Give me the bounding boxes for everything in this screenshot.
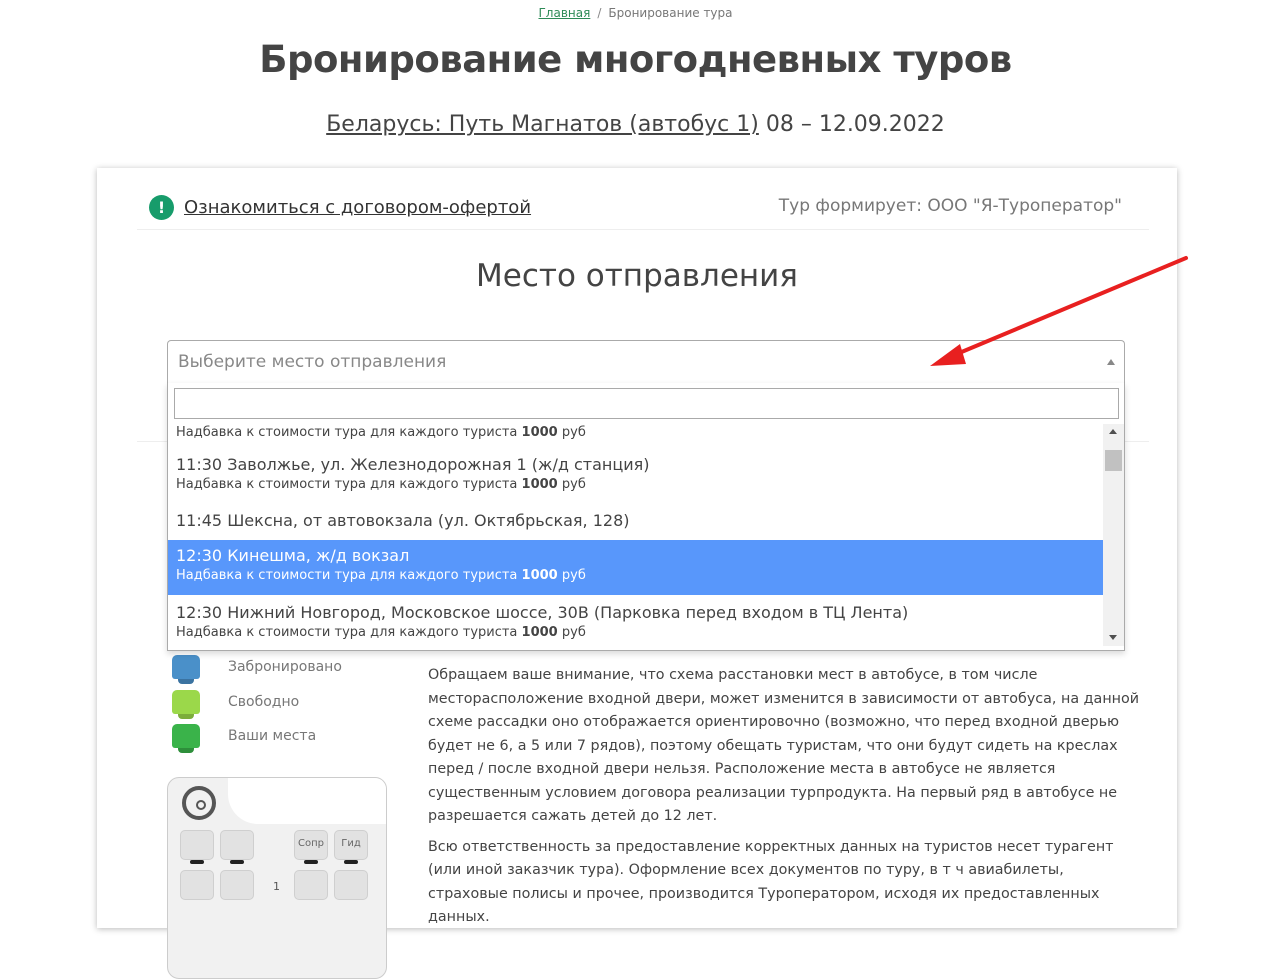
chevron-up-icon[interactable]: [1107, 359, 1115, 365]
section-title: Место отправления: [476, 258, 798, 294]
note-paragraph: Обращаем ваше внимание, что схема расста…: [428, 667, 1140, 824]
page-title: Бронирование многодневных туров: [259, 38, 1012, 81]
bus-seat-guide[interactable]: Гид: [334, 830, 368, 864]
breadcrumb-separator: /: [597, 6, 602, 20]
option-surcharge: Надбавка к стоимости тура для каждого ту…: [176, 477, 586, 492]
seat-yours-icon: [172, 724, 200, 748]
legend-free: Свободно: [172, 690, 299, 714]
departure-option[interactable]: Надбавка к стоимости тура для каждого ту…: [168, 424, 1104, 444]
bus-seat-scheme: Сопр Гид 1: [167, 777, 387, 979]
bus-seat[interactable]: [180, 870, 214, 900]
option-title: 11:45 Шексна, от автовокзала (ул. Октябр…: [176, 511, 630, 530]
option-surcharge: Надбавка к стоимости тура для каждого ту…: [176, 425, 586, 440]
bus-seat[interactable]: [220, 870, 254, 900]
bus-seat[interactable]: [180, 830, 214, 864]
steering-wheel-icon: [182, 786, 216, 820]
departure-option[interactable]: 11:30 Заволжье, ул. Железнодорожная 1 (ж…: [168, 454, 1104, 502]
breadcrumb-home-link[interactable]: Главная: [538, 6, 590, 20]
tour-dates: 08 – 12.09.2022: [765, 112, 945, 137]
row-number: 1: [273, 880, 280, 893]
info-icon: !: [149, 195, 174, 220]
departure-options-list: Надбавка к стоимости тура для каждого ту…: [168, 424, 1104, 647]
seat-free-icon: [172, 690, 200, 714]
option-surcharge: Надбавка к стоимости тура для каждого ту…: [176, 568, 586, 583]
departure-option[interactable]: 11:45 Шексна, от автовокзала (ул. Октябр…: [168, 510, 1104, 540]
bus-seat[interactable]: [334, 870, 368, 900]
legend-label: Забронировано: [228, 659, 342, 675]
scroll-up-arrow-icon[interactable]: [1109, 429, 1117, 434]
breadcrumb-current: Бронирование тура: [608, 6, 733, 20]
option-title: 12:30 Кинешма, ж/д вокзал: [176, 546, 410, 565]
divider: [137, 229, 1149, 230]
seat-booked-icon: [172, 655, 200, 679]
bus-seat[interactable]: [220, 830, 254, 864]
tour-name-link[interactable]: Беларусь: Путь Магнатов (автобус 1): [326, 112, 759, 137]
option-surcharge: Надбавка к стоимости тура для каждого ту…: [176, 625, 586, 640]
bus-seat[interactable]: [294, 870, 328, 900]
bus-seat-escort[interactable]: Сопр: [294, 830, 328, 864]
contract-row: ! Ознакомиться с договором-офертой: [149, 195, 531, 220]
note-paragraph: Всю ответственность за предоставление ко…: [428, 838, 1114, 926]
departure-option[interactable]: 12:30 Нижний Новгород, Московское шоссе,…: [168, 597, 1104, 647]
dropdown-scrollbar[interactable]: [1103, 424, 1124, 646]
legend-yours: Ваши места: [172, 724, 316, 748]
option-title: 11:30 Заволжье, ул. Железнодорожная 1 (ж…: [176, 455, 650, 474]
bus-front: [228, 778, 386, 824]
tour-operator-text: Тур формирует: ООО "Я-Туроператор": [778, 196, 1122, 216]
departure-dropdown: Надбавка к стоимости тура для каждого ту…: [167, 383, 1125, 651]
dropdown-search-input[interactable]: [174, 388, 1119, 419]
departure-select[interactable]: Выберите место отправления: [167, 340, 1125, 383]
legend-label: Свободно: [228, 694, 300, 710]
notes: Обращаем ваше внимание, что схема расста…: [428, 664, 1143, 937]
breadcrumb: Главная / Бронирование тура: [0, 6, 1271, 20]
scrollbar-thumb[interactable]: [1105, 450, 1122, 471]
option-title: 12:30 Нижний Новгород, Московское шоссе,…: [176, 603, 909, 622]
tour-line: Беларусь: Путь Магнатов (автобус 1) 08 –…: [0, 112, 1271, 137]
contract-offer-link[interactable]: Ознакомиться с договором-офертой: [184, 197, 531, 218]
scroll-down-arrow-icon[interactable]: [1109, 635, 1117, 640]
departure-select-placeholder: Выберите место отправления: [178, 352, 447, 372]
legend-label: Ваши места: [228, 728, 317, 744]
departure-option-highlighted[interactable]: 12:30 Кинешма, ж/д вокзал Надбавка к сто…: [168, 540, 1104, 595]
legend-booked: Забронировано: [172, 655, 342, 679]
